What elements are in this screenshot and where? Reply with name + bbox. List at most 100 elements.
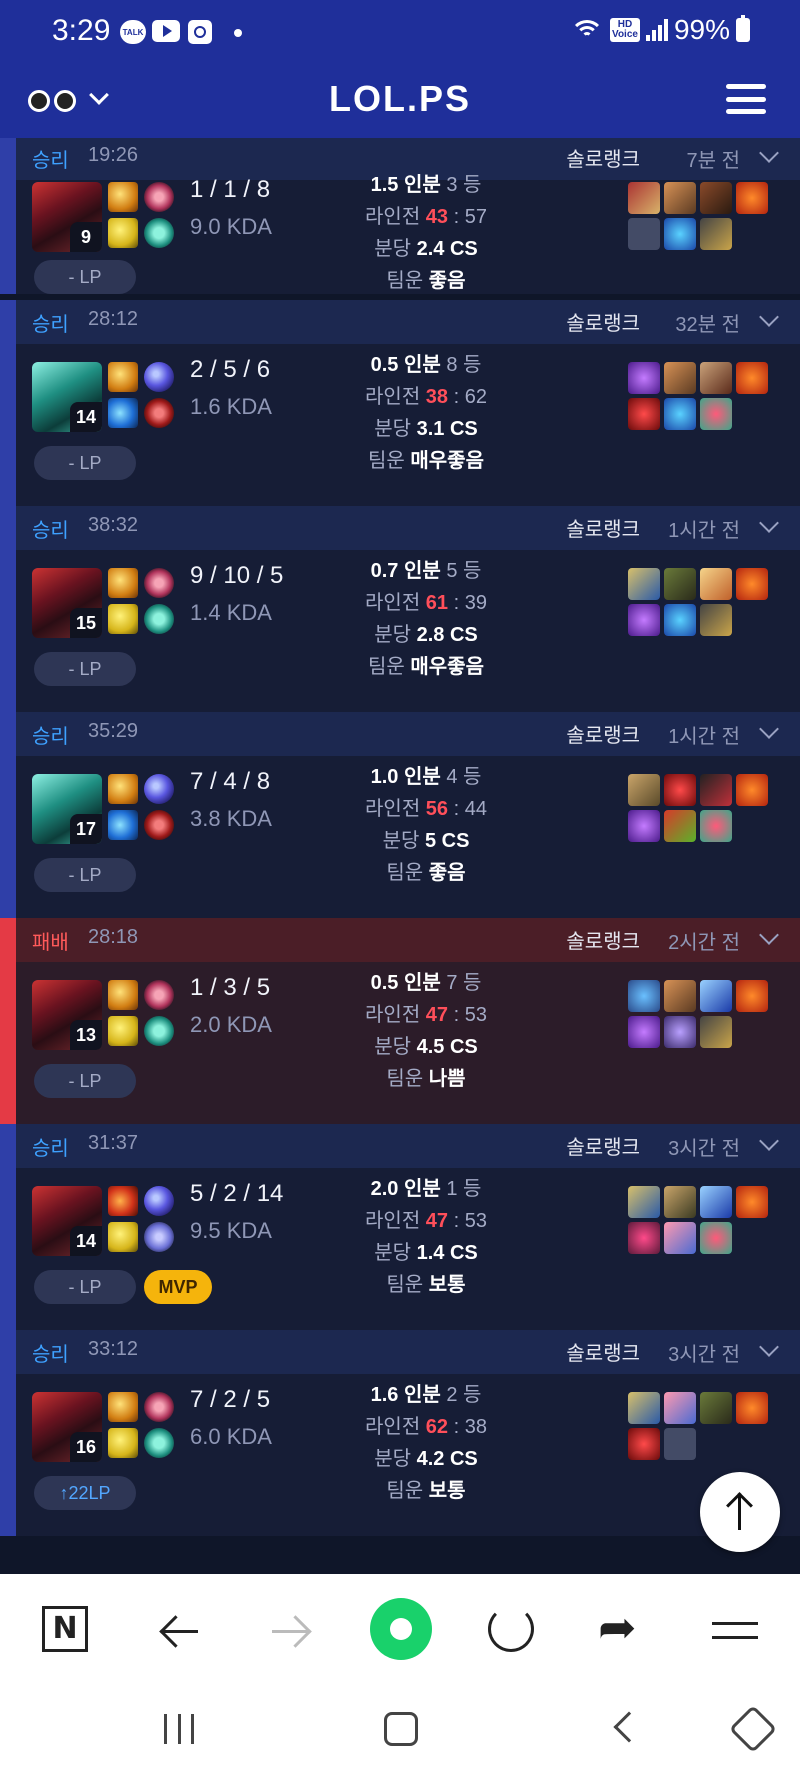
match-result: 승리	[32, 150, 69, 172]
champion-portrait[interactable]: 14	[32, 1186, 102, 1256]
match-header[interactable]: 승리 33:12 솔로랭크 3시간 전	[16, 1330, 800, 1374]
match-header[interactable]: 승리 35:29 솔로랭크 1시간 전	[16, 712, 800, 756]
back-button-icon[interactable]	[613, 1711, 645, 1743]
kda-ratio: 9.0 KDA	[190, 214, 272, 239]
summoner-spell-icon	[108, 774, 138, 804]
kda-score: 5 / 2 / 14	[190, 1180, 284, 1207]
scroll-to-top-button[interactable]	[700, 1472, 780, 1552]
keystone-rune-icon	[144, 980, 174, 1010]
champion-portrait[interactable]: 9	[32, 182, 102, 252]
lane-win: 43	[425, 206, 449, 228]
cs-label: 분당	[374, 1242, 412, 1264]
lane-win: 56	[425, 798, 449, 820]
champion-portrait[interactable]: 16	[32, 1392, 102, 1462]
match-result: 승리	[32, 726, 69, 748]
lp-badge: - LP	[34, 858, 136, 892]
match-duration: 35:29	[88, 720, 139, 742]
luck-label: 팀운	[386, 1274, 424, 1296]
champion-portrait[interactable]: 14	[32, 362, 102, 432]
chevron-down-icon[interactable]	[759, 1131, 779, 1151]
team-luck: 좋음	[428, 270, 466, 292]
champion-level: 15	[70, 608, 102, 638]
kda-ratio: 1.6 KDA	[190, 394, 272, 419]
item-icon	[700, 1186, 732, 1218]
kda-ratio: 9.5 KDA	[190, 1218, 272, 1243]
rank: 7 등	[446, 972, 482, 994]
item-icon	[700, 980, 732, 1012]
item-icon	[700, 1392, 732, 1424]
item-icon	[628, 604, 660, 636]
menu-icon[interactable]	[726, 84, 766, 114]
cs-per-min: 2.4 CS	[416, 238, 478, 260]
browser-toolbar: N	[0, 1574, 800, 1684]
match-header[interactable]: 승리 28:12 솔로랭크 32분 전	[16, 300, 800, 344]
champion-portrait[interactable]: 15	[32, 568, 102, 638]
match-card[interactable]: 승리 31:37 솔로랭크 3시간 전 14 5 / 2 / 14 9.5 KD…	[0, 1124, 800, 1330]
item-icon	[664, 604, 696, 636]
secondary-rune-icon	[144, 1222, 174, 1252]
match-card[interactable]: 승리 28:12 솔로랭크 32분 전 14 2 / 5 / 6 1.6 KDA…	[0, 300, 800, 506]
champion-portrait[interactable]: 17	[32, 774, 102, 844]
team-luck: 보통	[428, 1274, 466, 1296]
match-card[interactable]: 패배 28:18 솔로랭크 2시간 전 13 1 / 3 / 5 2.0 KDA…	[0, 918, 800, 1124]
back-arrow-icon[interactable]	[156, 1606, 206, 1656]
secondary-rune-icon	[144, 810, 174, 840]
cs-per-min: 3.1 CS	[416, 418, 478, 440]
lane-lose: 38	[464, 1416, 487, 1438]
forward-arrow-icon[interactable]	[266, 1606, 316, 1656]
match-card[interactable]: 승리 19:26 솔로랭크 7분 전 9 1 / 1 / 8 9.0 KDA -…	[0, 138, 800, 294]
time-ago: 2시간 전	[668, 932, 740, 954]
reload-icon[interactable]	[488, 1606, 534, 1652]
cs-per-min: 1.4 CS	[416, 1242, 478, 1264]
match-card[interactable]: 승리 35:29 솔로랭크 1시간 전 17 7 / 4 / 8 3.8 KDA…	[0, 712, 800, 918]
keystone-rune-icon	[144, 182, 174, 212]
match-result: 승리	[32, 314, 69, 336]
luck-label: 팀운	[368, 656, 405, 678]
item-icon	[628, 774, 660, 806]
summoner-spell-icon	[108, 568, 138, 598]
home-icon[interactable]	[370, 1598, 432, 1660]
app-title[interactable]: LOL.PS	[0, 78, 800, 120]
share-icon[interactable]	[598, 1600, 648, 1656]
naver-icon[interactable]: N	[42, 1606, 88, 1652]
item-icon	[664, 362, 696, 394]
time-ago: 3시간 전	[668, 1344, 740, 1366]
system-navigation	[0, 1684, 800, 1778]
chevron-down-icon[interactable]	[759, 925, 779, 945]
item-icon	[664, 810, 696, 842]
team-luck: 좋음	[428, 862, 466, 884]
trinket-icon	[736, 980, 768, 1012]
share-value: 2.0 인분	[370, 1178, 441, 1200]
chevron-down-icon[interactable]	[759, 307, 779, 327]
secondary-rune-icon	[144, 218, 174, 248]
more-menu-icon[interactable]	[712, 1606, 758, 1656]
match-header[interactable]: 승리 38:32 솔로랭크 1시간 전	[16, 506, 800, 550]
match-card[interactable]: 승리 33:12 솔로랭크 3시간 전 16 7 / 2 / 5 6.0 KDA…	[0, 1330, 800, 1536]
rotate-icon[interactable]	[728, 1704, 778, 1754]
keystone-rune-icon	[144, 1186, 174, 1216]
chevron-down-icon[interactable]	[759, 513, 779, 533]
chevron-down-icon[interactable]	[759, 143, 779, 163]
kda-score: 9 / 10 / 5	[190, 562, 284, 589]
champion-portrait[interactable]: 13	[32, 980, 102, 1050]
match-header[interactable]: 패배 28:18 솔로랭크 2시간 전	[16, 918, 800, 962]
item-icon	[664, 182, 696, 214]
lane-label: 라인전	[365, 1004, 421, 1026]
team-luck: 매우좋음	[410, 656, 484, 678]
item-icon	[700, 1016, 732, 1048]
match-header[interactable]: 승리 31:37 솔로랭크 3시간 전	[16, 1124, 800, 1168]
champion-level: 9	[70, 222, 102, 252]
item-icon	[628, 362, 660, 394]
lane-lose: 57	[464, 206, 487, 228]
kda-ratio: 1.4 KDA	[190, 600, 272, 625]
recents-icon[interactable]	[164, 1714, 194, 1744]
match-card[interactable]: 승리 38:32 솔로랭크 1시간 전 15 9 / 10 / 5 1.4 KD…	[0, 506, 800, 712]
chevron-down-icon[interactable]	[759, 1337, 779, 1357]
summoner-spell-icon	[108, 810, 138, 840]
match-duration: 28:18	[88, 926, 139, 948]
keystone-rune-icon	[144, 774, 174, 804]
home-button-icon[interactable]	[384, 1712, 418, 1746]
cs-per-min: 4.2 CS	[416, 1448, 478, 1470]
chevron-down-icon[interactable]	[759, 719, 779, 739]
dot-icon	[234, 29, 242, 37]
